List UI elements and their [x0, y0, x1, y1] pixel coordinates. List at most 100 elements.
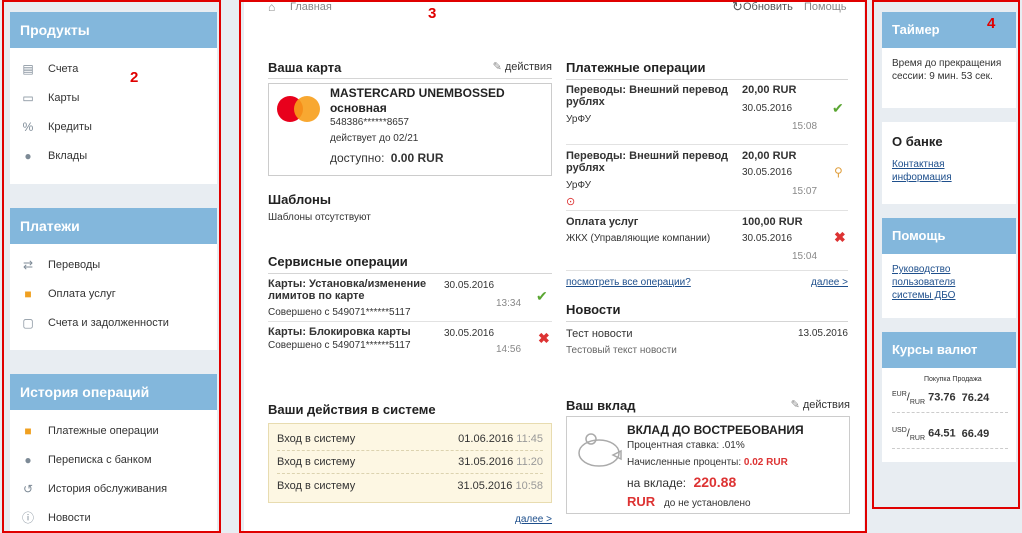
- news-section: Новости Тест новости 13.05.2016 Тестовый…: [566, 302, 848, 362]
- help-title: Помощь: [882, 218, 1016, 254]
- service-title: Сервисные операции: [268, 254, 552, 274]
- service-op-row[interactable]: Карты: Блокировка карты Совершено с 5490…: [268, 322, 552, 362]
- service-section: Сервисные операции Карты: Установка/изме…: [268, 254, 552, 362]
- payments-panel: Платежи ⇄ Переводы ■ Оплата услуг ▢ Счета и…: [10, 208, 217, 350]
- sidebar-item-services[interactable]: ■ Оплата услуг: [20, 279, 217, 308]
- sidebar-item-news[interactable]: ⓘ Новости: [20, 503, 217, 532]
- action-row: Вход в систему 01.06.2016 11:45: [277, 428, 543, 451]
- card-section: Ваша карта ✎ действия MASTERCARD UNEMBOSS…: [268, 60, 552, 176]
- sidebar-item-transfers[interactable]: ⇄ Переводы: [20, 250, 217, 279]
- deposit-actions[interactable]: ✎ действия: [791, 398, 850, 413]
- card-box[interactable]: MASTERCARD UNEMBOSSED основная 548386***…: [268, 83, 552, 176]
- service-op-name: Карты: Установка/изменение лимитов по ка…: [268, 278, 427, 302]
- timer-panel: Таймер Время до прекращения сессии: 9 ми…: [882, 12, 1016, 108]
- card-available-value: 0.00 RUR: [390, 151, 444, 165]
- sidebar-item-credits[interactable]: % Кредиты: [20, 112, 217, 141]
- help-link[interactable]: Помощь: [804, 1, 847, 13]
- help-panel: Помощь Руководство пользователя системы …: [882, 218, 1016, 318]
- piggy-icon: ●: [24, 148, 32, 163]
- pending-icon: ⚲: [834, 165, 843, 179]
- sidebar-item-invoices[interactable]: ▢ Счета и задолженности: [20, 308, 217, 337]
- sidebar-item-deposits[interactable]: ● Вклады: [20, 141, 217, 170]
- service-op-time: 13:34: [496, 298, 522, 309]
- service-op-name: Карты: Блокировка карты: [268, 326, 411, 338]
- transfer-icon: ⇄: [22, 257, 34, 272]
- payment-op-row[interactable]: Переводы: Внешний перевод рублях УрФУ ⊙ …: [566, 145, 848, 211]
- right-sidebar: Таймер Время до прекращения сессии: 9 ми…: [882, 12, 1016, 476]
- mastercard-logo: [277, 94, 321, 124]
- invoice-icon: ▢: [22, 315, 34, 330]
- rates-panel: Курсы валют Покупка Продажа EUR/RUR 73.7…: [882, 332, 1016, 462]
- timer-text: Время до прекращения сессии: 9 мин. 53 с…: [892, 58, 1002, 82]
- payment-ops-section: Платежные операции Переводы: Внешний пер…: [566, 60, 848, 291]
- refresh-link[interactable]: Обновить: [743, 1, 793, 13]
- clock-icon: ⊙: [566, 196, 576, 208]
- rates-header: Покупка Продажа: [924, 376, 982, 383]
- payment-ops-title: Платежные операции: [566, 60, 848, 80]
- payments-icon: ■: [24, 423, 32, 438]
- sidebar-item-correspondence[interactable]: ● Переписка с банком: [20, 445, 217, 474]
- card-actions[interactable]: ✎ действия: [493, 60, 552, 75]
- news-item[interactable]: Тест новости 13.05.2016 Тестовый текст н…: [566, 328, 848, 362]
- payment-op-row[interactable]: Оплата услуг ЖКХ (Управляющие компании) …: [566, 211, 848, 271]
- refresh-icon[interactable]: ↻: [732, 0, 743, 15]
- sidebar-item-payment-ops[interactable]: ■ Платежные операции: [20, 416, 217, 445]
- cross-icon: ✖: [538, 330, 550, 346]
- main-content: ⌂ Главная ↻ Обновить Помощь Ваша карта ✎…: [244, 0, 864, 533]
- sidebar-item-cards[interactable]: ▭ Карты: [20, 83, 217, 112]
- actions-table: Вход в систему 01.06.2016 11:45 Вход в с…: [268, 423, 552, 503]
- service-op-date: 30.05.2016: [444, 328, 495, 339]
- actions-section: Ваши действия в системе Вход в систему 0…: [268, 402, 552, 525]
- history-panel: История операций ■ Платежные операции ● Пе…: [10, 374, 217, 533]
- pin-icon: ✎: [492, 61, 502, 73]
- deposit-box[interactable]: ВКЛАД ДО ВОСТРЕБОВАНИЯ Процентная ставка…: [566, 416, 850, 514]
- payment-op-row[interactable]: Переводы: Внешний перевод рублях УрФУ 20…: [566, 80, 848, 145]
- products-panel: Продукты ▤ Счета ▭ Карты % Кредиты ● Вклады: [10, 12, 217, 184]
- services-icon: ■: [24, 286, 32, 301]
- service-op-sub: Совершено с 549071******5117: [268, 307, 411, 318]
- action-row: Вход в систему 31.05.2016 10:58: [277, 479, 543, 492]
- breadcrumb-home[interactable]: Главная: [290, 1, 332, 13]
- see-all-operations-link[interactable]: посмотреть все операции?: [566, 277, 691, 288]
- card-type: основная: [330, 101, 387, 115]
- annotation-center: 3: [428, 5, 437, 22]
- templates-section: Шаблоны Шаблоны отсутствуют: [268, 192, 552, 223]
- card-available: доступно: 0.00 RUR: [330, 151, 444, 165]
- piggy-bank-icon: [578, 433, 622, 467]
- history-icon: ↺: [22, 481, 34, 496]
- deposit-title: Ваш вклад: [566, 398, 636, 413]
- check-icon: ✔: [536, 288, 548, 304]
- top-bar: ⌂ Главная ↻ Обновить Помощь: [244, 0, 864, 18]
- deposit-currency-row: RUR до не установлено: [627, 494, 751, 509]
- annotation-left: 2: [130, 69, 139, 86]
- sidebar-item-accounts[interactable]: ▤ Счета: [20, 54, 217, 83]
- pin-icon: ✎: [790, 399, 800, 411]
- accounts-icon: ▤: [22, 61, 34, 76]
- payments-title: Платежи: [10, 208, 217, 244]
- history-title: История операций: [10, 374, 217, 410]
- card-name: MASTERCARD UNEMBOSSED: [330, 86, 505, 100]
- deposit-accrued: Начисленные проценты: 0.02 RUR: [627, 457, 788, 468]
- action-row: Вход в систему 31.05.2016 11:20: [277, 451, 543, 474]
- sidebar-item-service-history[interactable]: ↺ История обслуживания: [20, 474, 217, 503]
- rate-row: USD/RUR 64.51 66.49: [892, 427, 1008, 449]
- info-icon: ⓘ: [21, 511, 34, 525]
- percent-icon: %: [22, 119, 34, 134]
- contact-info-link[interactable]: Контактная информация: [892, 158, 972, 184]
- templates-empty: Шаблоны отсутствуют: [268, 212, 371, 223]
- deposit-name: ВКЛАД ДО ВОСТРЕБОВАНИЯ: [627, 423, 804, 437]
- card-valid: действует до 02/21: [330, 133, 419, 144]
- payment-ops-more-link[interactable]: далее >: [811, 277, 848, 288]
- cross-icon: ✖: [834, 229, 846, 245]
- service-op-time: 14:56: [496, 344, 522, 355]
- about-title: О банке: [892, 134, 943, 149]
- templates-title: Шаблоны: [268, 192, 331, 207]
- actions-more-link[interactable]: далее >: [515, 514, 552, 525]
- service-op-row[interactable]: Карты: Установка/изменение лимитов по ка…: [268, 274, 552, 322]
- annotation-right: 4: [987, 15, 996, 32]
- service-op-sub: Совершено с 549071******5117: [268, 340, 411, 351]
- card-title: Ваша карта: [268, 60, 342, 75]
- service-op-date: 30.05.2016: [444, 280, 495, 291]
- user-guide-link[interactable]: Руководство пользователя системы ДБО: [882, 254, 992, 311]
- home-icon[interactable]: ⌂: [268, 0, 275, 14]
